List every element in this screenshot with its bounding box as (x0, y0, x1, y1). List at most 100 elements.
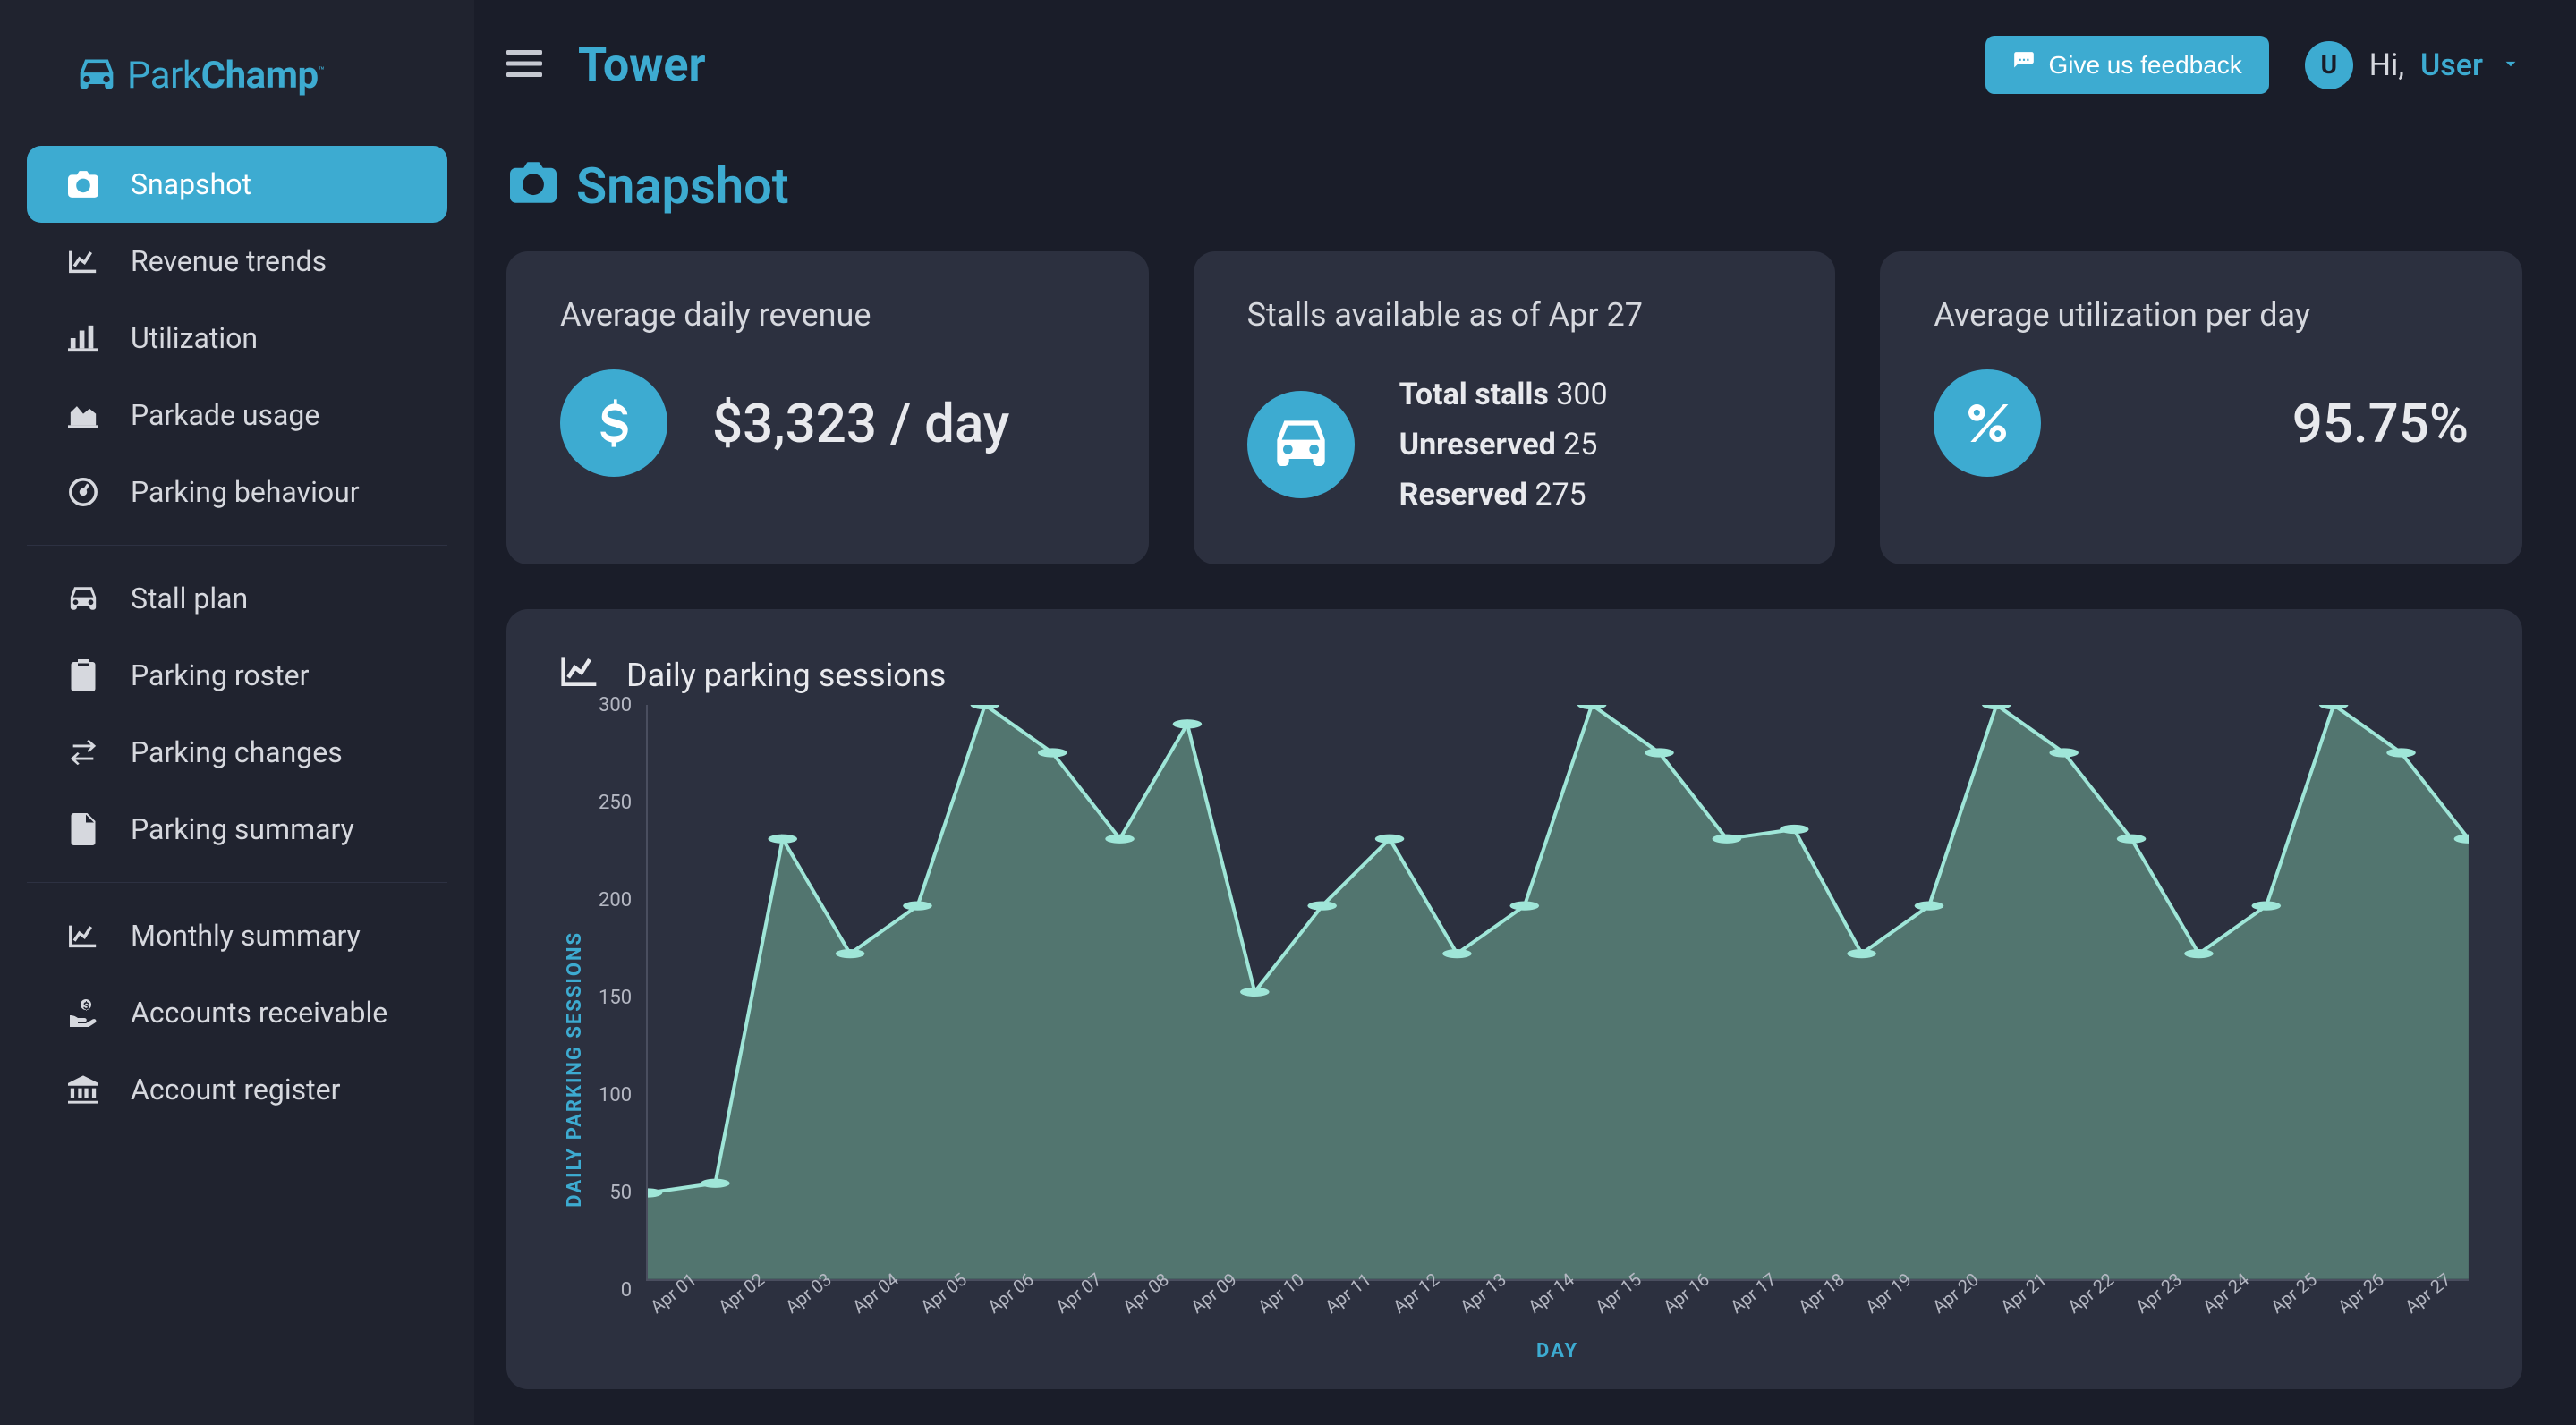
x-axis-ticks: Apr 01Apr 02Apr 03Apr 04Apr 05Apr 06Apr … (646, 1281, 2469, 1335)
brand-logo[interactable]: ParkChamp™ (0, 27, 474, 142)
data-point (1105, 835, 1135, 844)
sidebar-item-label: Parking summary (131, 812, 354, 846)
chart-plot (646, 705, 2469, 1281)
chart-area-fill (648, 705, 2469, 1279)
nav-section-3: Monthly summary Accounts receivable Accoun… (0, 894, 474, 1132)
file-icon (66, 812, 100, 846)
data-point (1038, 749, 1067, 758)
data-point (2184, 949, 2214, 958)
sidebar-item-stall-plan[interactable]: Stall plan (27, 560, 447, 637)
feedback-icon (2012, 50, 2036, 80)
sidebar-item-utilization[interactable]: Utilization (27, 300, 447, 377)
bank-icon (66, 1073, 100, 1107)
data-point (1915, 902, 1944, 911)
chevron-down-icon (2499, 52, 2522, 79)
data-point (1442, 949, 1472, 958)
line-chart-icon (66, 919, 100, 953)
sidebar-item-parking-behaviour[interactable]: Parking behaviour (27, 454, 447, 530)
y-axis-label: DAILY PARKING SESSIONS (560, 705, 590, 1362)
data-point (1510, 902, 1540, 911)
camera-icon (510, 157, 557, 216)
car-icon (66, 581, 100, 615)
data-point (769, 835, 798, 844)
user-greeting: Hi, (2369, 47, 2404, 83)
nav-divider (27, 545, 447, 546)
location-title: Tower (578, 38, 706, 92)
clipboard-icon (66, 658, 100, 692)
sidebar-item-label: Utilization (131, 321, 258, 355)
data-point (2319, 705, 2349, 709)
data-point (1645, 749, 1674, 758)
sidebar-item-monthly-summary[interactable]: Monthly summary (27, 897, 447, 974)
topbar: Tower Give us feedback U Hi, User (506, 0, 2522, 121)
data-point (1173, 720, 1203, 729)
revenue-value: $3,323 / day (712, 392, 1009, 455)
stall-stats: Total stalls 300 Unreserved 25 Reserved … (1399, 369, 1608, 520)
data-point (1780, 825, 1809, 834)
sidebar-item-label: Stall plan (131, 581, 248, 615)
nav-section-2: Stall plan Parking roster Parking changes P… (0, 556, 474, 871)
car-icon (1247, 391, 1355, 498)
line-chart-icon (66, 244, 100, 278)
data-point (1982, 705, 2011, 709)
card-title: Average daily revenue (560, 296, 1095, 334)
sidebar-item-label: Parkade usage (131, 398, 319, 432)
data-point (1577, 705, 1607, 709)
sidebar-item-label: Parking behaviour (131, 475, 360, 509)
data-point (1307, 902, 1337, 911)
main-content: Tower Give us feedback U Hi, User Snapsh… (474, 0, 2576, 1425)
sidebar-item-parking-changes[interactable]: Parking changes (27, 714, 447, 791)
page-title: Snapshot (506, 121, 2522, 251)
sidebar-item-label: Accounts receivable (131, 996, 387, 1030)
gauge-icon (66, 475, 100, 509)
data-point (2117, 835, 2147, 844)
data-point (1375, 835, 1405, 844)
car-icon (77, 59, 116, 93)
chart-area: DAILY PARKING SESSIONS 30025020015010050… (560, 705, 2469, 1362)
data-point (903, 902, 932, 911)
sidebar-item-parking-summary[interactable]: Parking summary (27, 791, 447, 868)
dollar-icon (560, 369, 667, 477)
sidebar-item-snapshot[interactable]: Snapshot (27, 146, 447, 223)
sidebar-item-parking-roster[interactable]: Parking roster (27, 637, 447, 714)
data-point (971, 705, 1000, 709)
swap-icon (66, 735, 100, 769)
feedback-label: Give us feedback (2048, 51, 2241, 80)
chart-title: Daily parking sessions (560, 654, 2469, 696)
data-point (701, 1179, 730, 1188)
sidebar-item-revenue-trends[interactable]: Revenue trends (27, 223, 447, 300)
sidebar-item-label: Snapshot (131, 167, 251, 201)
sidebar-item-accounts-receivable[interactable]: Accounts receivable (27, 974, 447, 1051)
nav-section-1: Snapshot Revenue trends Utilization Parkade… (0, 142, 474, 534)
camera-icon (66, 167, 100, 201)
card-title: Average utilization per day (1934, 296, 2469, 334)
sidebar-item-account-register[interactable]: Account register (27, 1051, 447, 1128)
card-stalls: Stalls available as of Apr 27 Total stal… (1194, 251, 1836, 564)
area-chart-icon (66, 398, 100, 432)
hand-dollar-icon (66, 996, 100, 1030)
menu-toggle-icon[interactable] (506, 50, 542, 81)
sidebar-item-label: Parking changes (131, 735, 343, 769)
user-name: User (2420, 47, 2483, 83)
line-chart-icon (560, 654, 599, 696)
chart-card: Daily parking sessions DAILY PARKING SES… (506, 609, 2522, 1389)
feedback-button[interactable]: Give us feedback (1985, 36, 2268, 94)
sidebar: ParkChamp™ Snapshot Revenue trends Utiliza… (0, 0, 474, 1425)
sidebar-item-label: Revenue trends (131, 244, 327, 278)
data-point (1713, 835, 1742, 844)
data-point (1847, 949, 1876, 958)
sidebar-item-label: Monthly summary (131, 919, 361, 953)
utilization-value: 95.75% (2292, 392, 2469, 455)
card-title: Stalls available as of Apr 27 (1247, 296, 1782, 334)
sidebar-item-parkade-usage[interactable]: Parkade usage (27, 377, 447, 454)
data-point (2050, 749, 2079, 758)
page-title-text: Snapshot (576, 157, 789, 216)
user-menu[interactable]: U Hi, User (2305, 41, 2522, 89)
avatar: U (2305, 41, 2353, 89)
card-revenue: Average daily revenue $3,323 / day (506, 251, 1149, 564)
y-axis-ticks: 300250200150100500 (590, 705, 646, 1362)
data-point (836, 949, 865, 958)
bar-chart-icon (66, 321, 100, 355)
sidebar-item-label: Account register (131, 1073, 340, 1107)
data-point (2386, 749, 2416, 758)
